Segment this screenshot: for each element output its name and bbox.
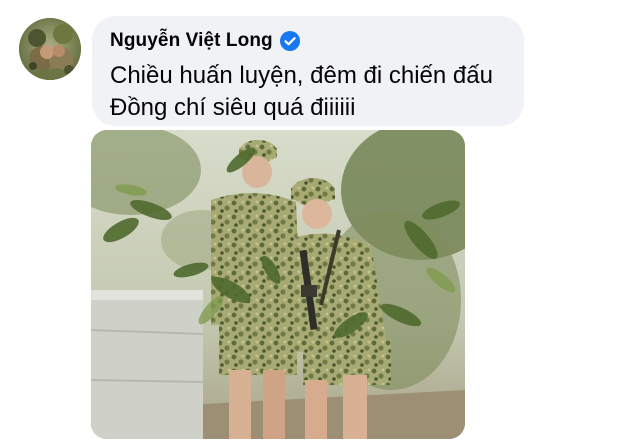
author-row: Nguyễn Việt Long (110, 28, 506, 54)
soldiers-photo-image (91, 130, 465, 439)
author-name[interactable]: Nguyễn Việt Long (110, 30, 273, 52)
attached-photo[interactable] (91, 130, 465, 439)
comment-line: Đồng chí siêu quá điiiiii (110, 94, 356, 121)
author-avatar[interactable] (19, 18, 81, 80)
comment-line: Chiều huấn luyện, đêm đi chiến đấu (110, 62, 493, 89)
comment-text: Chiều huấn luyện, đêm đi chiến đấu Đồng … (110, 60, 506, 124)
avatar-image (19, 18, 81, 80)
verified-check-icon (279, 31, 300, 51)
comment-screenshot: Nguyễn Việt Long Chiều huấn luyện, đêm đ… (0, 0, 640, 444)
comment-bubble: Nguyễn Việt Long Chiều huấn luyện, đêm đ… (92, 16, 524, 126)
